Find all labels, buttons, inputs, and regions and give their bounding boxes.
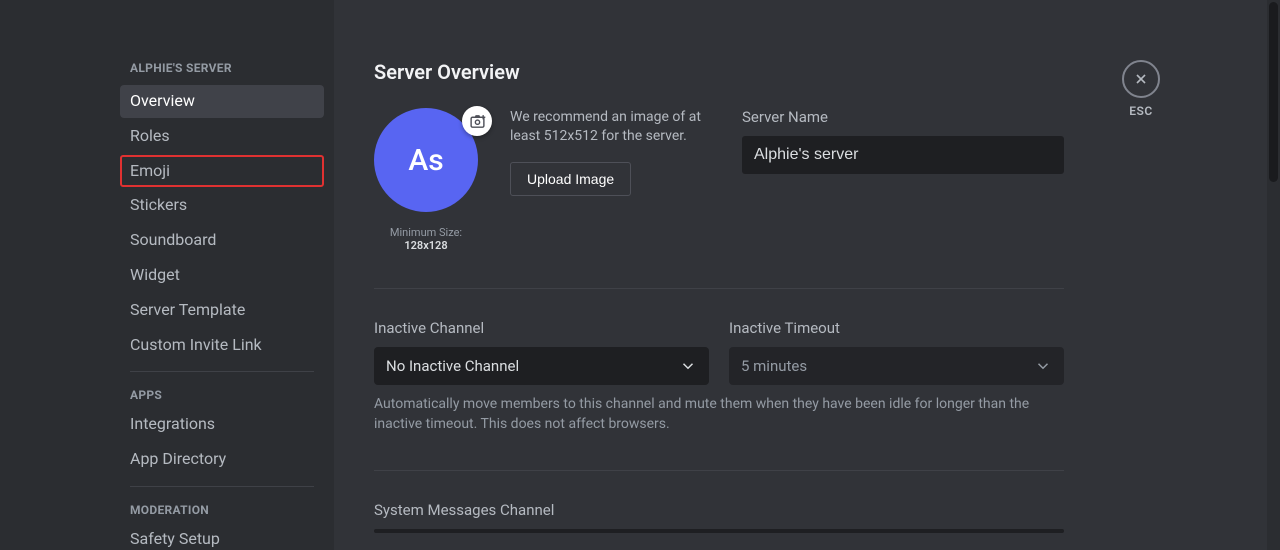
inactive-timeout-value: 5 minutes [741,357,807,375]
avatar-initials: As [408,143,443,178]
scrollbar-track[interactable] [1267,0,1280,550]
sidebar-item-app-directory[interactable]: App Directory [120,443,324,476]
upload-image-button[interactable]: Upload Image [510,162,631,196]
sidebar-item-roles[interactable]: Roles [120,120,324,153]
divider [374,288,1064,289]
sidebar-item-safety-setup[interactable]: Safety Setup [120,523,324,550]
min-size-label: Minimum Size: 128x128 [374,226,478,252]
close-icon [1133,71,1149,87]
sidebar-item-stickers[interactable]: Stickers [120,189,324,222]
apps-section-title: APPS [120,382,324,408]
sidebar-item-emoji[interactable]: Emoji [120,155,324,188]
inactive-timeout-select[interactable]: 5 minutes [729,347,1064,385]
scrollbar-thumb[interactable] [1269,2,1278,182]
system-messages-label: System Messages Channel [374,501,1064,519]
server-name-header: ALPHIE'S SERVER [120,55,324,81]
inactive-channel-value: No Inactive Channel [386,357,519,375]
close-button-group: ESC [1122,60,1160,118]
recommend-text: We recommend an image of at least 512x51… [510,108,710,146]
server-name-input[interactable] [742,136,1064,174]
esc-label: ESC [1122,104,1160,118]
moderation-section-title: MODERATION [120,497,324,523]
divider [130,371,314,372]
server-name-label: Server Name [742,108,1064,126]
inactive-help-text: Automatically move members to this chann… [374,395,1064,434]
inactive-channel-label: Inactive Channel [374,319,709,337]
sidebar: ALPHIE'S SERVER Overview Roles Emoji Sti… [0,0,334,550]
divider [130,486,314,487]
inactive-timeout-label: Inactive Timeout [729,319,1064,337]
sidebar-item-widget[interactable]: Widget [120,259,324,292]
system-messages-select[interactable] [374,529,1064,533]
sidebar-item-custom-invite[interactable]: Custom Invite Link [120,329,324,362]
inactive-channel-select[interactable]: No Inactive Channel [374,347,709,385]
page-title: Server Overview [374,60,1064,84]
chevron-down-icon [679,357,697,375]
sidebar-item-overview[interactable]: Overview [120,85,324,118]
sidebar-item-integrations[interactable]: Integrations [120,408,324,441]
close-button[interactable] [1122,60,1160,98]
upload-image-icon[interactable] [462,106,492,136]
divider [374,470,1064,471]
server-avatar[interactable]: As [374,108,478,212]
sidebar-item-server-template[interactable]: Server Template [120,294,324,327]
sidebar-item-soundboard[interactable]: Soundboard [120,224,324,257]
chevron-down-icon [1034,357,1052,375]
